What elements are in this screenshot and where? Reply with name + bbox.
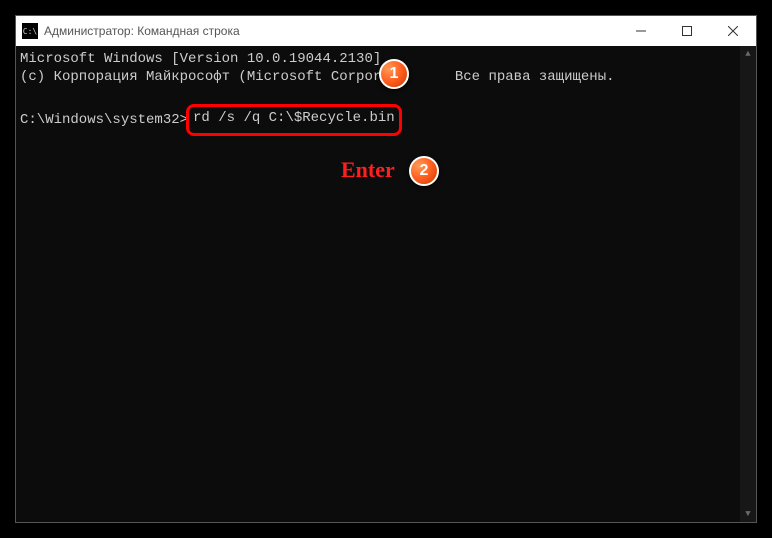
- annotation-badge-2: 2: [409, 156, 439, 186]
- cmd-window: C:\ Администратор: Командная строка Micr…: [15, 15, 757, 523]
- window-title: Администратор: Командная строка: [44, 24, 240, 38]
- close-button[interactable]: [710, 16, 756, 46]
- maximize-button[interactable]: [664, 16, 710, 46]
- window-controls: [618, 16, 756, 46]
- scroll-up-arrow[interactable]: ▲: [740, 46, 756, 62]
- command-text: rd /s /q C:\$Recycle.bin: [193, 110, 395, 126]
- command-highlight: rd /s /q C:\$Recycle.bin: [186, 104, 402, 136]
- enter-annotation: Enter: [341, 161, 395, 179]
- minimize-button[interactable]: [618, 16, 664, 46]
- blank-line: [20, 86, 752, 104]
- terminal-area[interactable]: Microsoft Windows [Version 10.0.19044.21…: [16, 46, 756, 522]
- annotation-badge-1: 1: [379, 59, 409, 89]
- titlebar[interactable]: C:\ Администратор: Командная строка: [16, 16, 756, 46]
- prompt-text: C:\Windows\system32>: [20, 111, 188, 129]
- vertical-scrollbar[interactable]: ▲ ▼: [740, 46, 756, 522]
- cmd-icon: C:\: [22, 23, 38, 39]
- scroll-down-arrow[interactable]: ▼: [740, 506, 756, 522]
- command-line[interactable]: C:\Windows\system32> rd /s /q C:\$Recycle…: [20, 104, 752, 136]
